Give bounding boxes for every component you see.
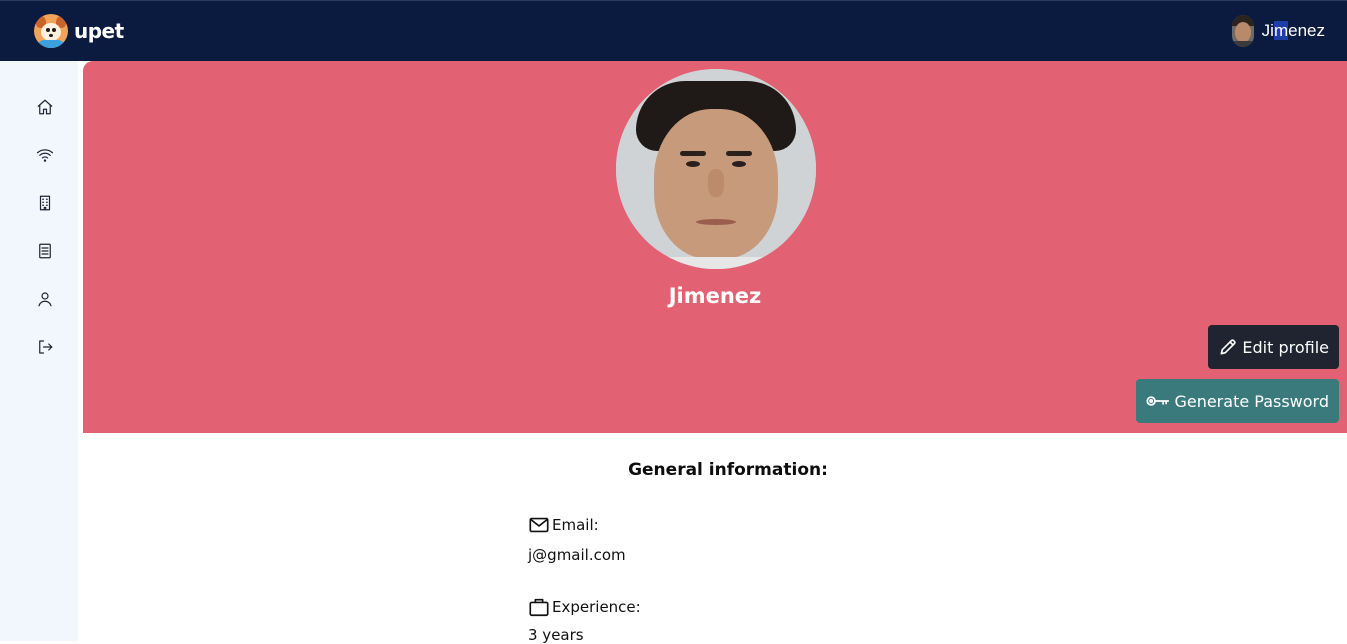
email-value: j@gmail.com — [528, 546, 626, 564]
profile-banner: Jimenez Edit profile Generate Password — [83, 61, 1347, 433]
brand-logo[interactable]: upet — [34, 14, 124, 48]
user-icon — [38, 292, 52, 307]
home-icon — [37, 99, 53, 115]
user-name: Jimenez — [1261, 21, 1325, 40]
mail-icon — [529, 517, 549, 533]
logout-icon — [39, 340, 53, 354]
wifi-icon — [36, 149, 54, 162]
sidebar-item-records[interactable] — [34, 240, 56, 262]
notebook-icon — [39, 243, 51, 259]
experience-label-row: Experience: — [528, 596, 641, 618]
pencil-icon — [1220, 339, 1237, 355]
profile-photo — [616, 69, 816, 269]
dog-logo-icon — [34, 14, 68, 48]
general-information-title: General information: — [628, 460, 828, 480]
user-menu[interactable]: Jimenez — [1231, 15, 1325, 47]
experience-value: 3 years — [528, 626, 584, 644]
email-label-row: Email: — [528, 514, 599, 536]
profile-name: Jimenez — [668, 284, 762, 308]
edit-profile-label: Edit profile — [1242, 337, 1329, 357]
edit-profile-button[interactable]: Edit profile — [1208, 325, 1339, 369]
generate-password-label: Generate Password — [1174, 391, 1329, 411]
brand-name: upet — [74, 19, 124, 43]
key-icon — [1146, 396, 1170, 406]
sidebar — [0, 61, 78, 641]
experience-label: Experience: — [552, 598, 641, 616]
email-label: Email: — [552, 516, 599, 534]
top-navbar: upet Jimenez — [0, 0, 1347, 61]
sidebar-item-logout[interactable] — [34, 336, 56, 358]
sidebar-item-profile[interactable] — [34, 288, 56, 310]
sidebar-item-connections[interactable] — [34, 144, 56, 166]
sidebar-item-buildings[interactable] — [34, 192, 56, 214]
building-icon — [39, 195, 51, 211]
generate-password-button[interactable]: Generate Password — [1136, 379, 1339, 423]
sidebar-item-home[interactable] — [34, 96, 56, 118]
briefcase-icon — [529, 598, 549, 617]
user-avatar — [1231, 15, 1254, 47]
